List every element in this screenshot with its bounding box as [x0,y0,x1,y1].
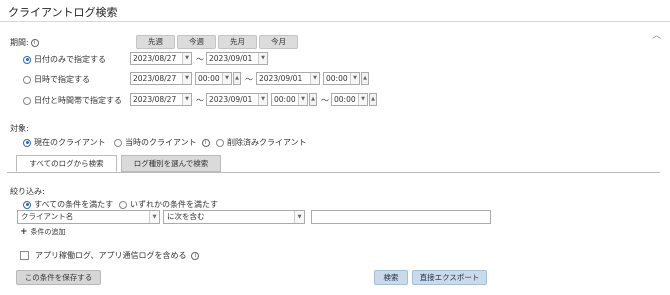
quick-button-last-month[interactable]: 先月 [218,35,257,49]
dropdown-arrow-icon[interactable]: ▼ [182,73,191,84]
radio-target-current[interactable] [23,138,31,147]
info-icon[interactable]: i [30,38,39,47]
from-date-field[interactable]: 2023/08/27 ▼ [130,72,192,85]
add-condition-label: 条件の追加 [30,228,66,236]
from-time-value: 00:00 [198,74,220,83]
radio-target-historical[interactable] [114,138,122,147]
match-option-label: すべての条件を満たす [34,200,114,209]
operator-select[interactable]: に次を含む ▼ [163,210,305,224]
dropdown-arrow-icon[interactable]: ▼ [310,73,319,84]
info-icon[interactable]: i [201,138,210,147]
tab-all-logs[interactable]: すべてのログから検索 [16,155,117,172]
info-icon[interactable]: i [191,251,200,260]
radio-match-any[interactable] [119,200,127,209]
dropdown-arrow-icon[interactable]: ▼ [258,53,267,64]
include-app-logs-label: アプリ稼働ログ、アプリ通信ログを含める [35,251,187,260]
collapse-chevron-icon[interactable]: ︿ [652,28,661,41]
target-historical[interactable]: 当時のクライアント i [114,137,210,148]
radio-match-all[interactable] [23,200,31,209]
period-mode-label: 日時で指定する [34,75,90,84]
dropdown-arrow-icon[interactable]: ▼ [222,73,231,84]
quick-button-last-week[interactable]: 先週 [136,35,175,49]
save-condition-button[interactable]: この条件を保存する [16,270,101,285]
from-date-value: 2023/08/27 [133,74,177,83]
radio-target-deleted[interactable] [216,138,224,147]
page-title: クライアントログ検索 [8,6,118,19]
range-tilde: 〜 [196,96,204,105]
target-option-label: 当時のクライアント [125,138,197,147]
search-button[interactable]: 検索 [374,270,408,285]
to-time-field[interactable]: 00:00 ▼ [323,72,360,85]
range-tilde: 〜 [321,96,329,105]
from-date-field[interactable]: 2023/08/27 ▼ [130,52,192,65]
radio-datetime[interactable] [23,75,31,84]
period-mode-datetime[interactable]: 日時で指定する [23,74,90,85]
condition-value-input[interactable] [311,210,491,224]
period-mode-label: 日付と時間帯で指定する [34,96,122,105]
time-stepper-up-icon[interactable]: ▲ [309,93,317,106]
time-stepper-up-icon[interactable]: ▲ [369,93,377,106]
include-app-logs[interactable]: アプリ稼働ログ、アプリ通信ログを含める i [20,250,200,261]
export-button[interactable]: 直接エクスポート [412,270,487,285]
target-deleted[interactable]: 削除済みクライアント [216,137,307,148]
quick-button-this-month[interactable]: 今月 [259,35,298,49]
period-mode-date-only[interactable]: 日付のみで指定する [23,54,106,65]
dropdown-arrow-icon[interactable]: ▼ [182,53,191,64]
target-current[interactable]: 現在のクライアント [23,137,106,148]
tab-divider [7,172,660,173]
to-date-field[interactable]: 2023/09/01 ▼ [256,72,320,85]
to-time-field[interactable]: 00:00 ▼ [331,93,368,106]
from-date-value: 2023/08/27 [133,95,177,104]
target-option-label: 削除済みクライアント [227,138,307,147]
from-date-field[interactable]: 2023/08/27 ▼ [130,93,192,106]
to-date-value: 2023/09/01 [259,74,303,83]
from-time-field[interactable]: 00:00 ▼ [195,72,232,85]
radio-date-only[interactable] [23,55,31,64]
field-select-value: クライアント名 [21,212,74,221]
match-option-label: いずれかの条件を満たす [130,200,218,209]
to-date-value: 2023/09/01 [209,95,253,104]
period-mode-date-timeband[interactable]: 日付と時間帯で指定する [23,95,122,106]
from-time-value: 00:00 [274,95,296,104]
to-date-field[interactable]: 2023/09/01 ▼ [206,52,268,65]
chevron-down-icon[interactable]: ▼ [294,211,304,223]
tab-select-log-types[interactable]: ログ種別を選んで検索 [121,155,221,172]
match-any[interactable]: いずれかの条件を満たす [119,199,218,210]
radio-date-timeband[interactable] [23,96,31,105]
target-option-label: 現在のクライアント [34,138,106,147]
dropdown-arrow-icon[interactable]: ▼ [358,94,367,105]
from-date-value: 2023/08/27 [133,54,177,63]
time-stepper-up-icon[interactable]: ▲ [233,72,241,85]
to-time-value: 00:00 [326,74,348,83]
range-tilde: 〜 [245,75,253,84]
to-time-value: 00:00 [334,95,356,104]
dropdown-arrow-icon[interactable]: ▼ [298,94,307,105]
target-label: 対象: [10,124,29,133]
field-select[interactable]: クライアント名 ▼ [17,210,160,224]
from-time-field[interactable]: 00:00 ▼ [271,93,308,106]
to-date-field[interactable]: 2023/09/01 ▼ [206,93,268,106]
dropdown-arrow-icon[interactable]: ▼ [350,73,359,84]
to-date-value: 2023/09/01 [209,54,253,63]
dropdown-arrow-icon[interactable]: ▼ [258,94,267,105]
title-divider [0,21,670,22]
dropdown-arrow-icon[interactable]: ▼ [182,94,191,105]
match-all[interactable]: すべての条件を満たす [23,199,113,210]
range-tilde: 〜 [196,55,204,64]
operator-select-value: に次を含む [167,212,205,221]
quick-button-this-week[interactable]: 今週 [177,35,216,49]
period-label: 期間: i [10,37,39,48]
chevron-down-icon[interactable]: ▼ [149,211,159,223]
filter-label: 絞り込み: [10,187,45,196]
include-app-logs-checkbox[interactable] [20,251,29,260]
time-stepper-up-icon[interactable]: ▲ [361,72,369,85]
period-mode-label: 日付のみで指定する [34,55,106,64]
plus-icon: + [20,227,28,237]
period-label-text: 期間: [10,38,29,47]
add-condition-link[interactable]: + 条件の追加 [20,227,66,237]
